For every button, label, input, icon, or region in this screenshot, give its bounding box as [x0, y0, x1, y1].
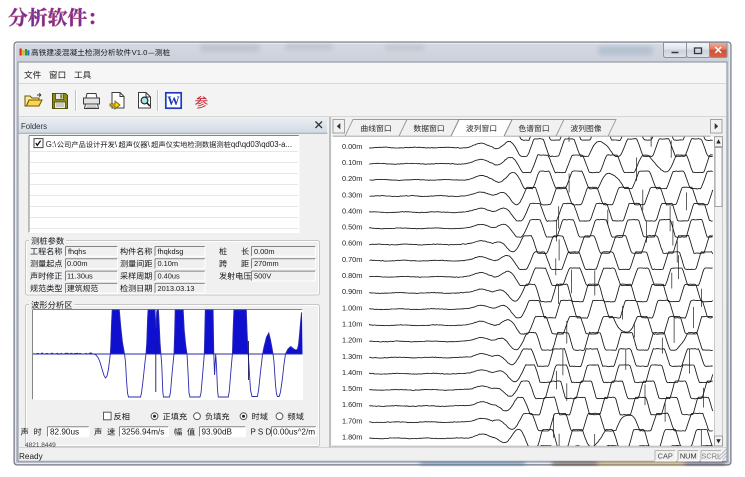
svg-text:0.00us^2/m: 0.00us^2/m — [273, 428, 315, 437]
svg-text:V1.0: V1.0 — [132, 48, 148, 57]
svg-text:11.30us: 11.30us — [67, 272, 93, 281]
svg-text:1.30m: 1.30m — [342, 352, 362, 361]
svg-text:0.50m: 0.50m — [342, 223, 362, 232]
svg-text:0.90m: 0.90m — [342, 287, 362, 296]
svg-text:0.10m: 0.10m — [342, 158, 362, 167]
svg-text:0.80m: 0.80m — [342, 271, 362, 280]
svg-text:0.00m: 0.00m — [342, 142, 362, 151]
svg-text:0.20m: 0.20m — [342, 174, 362, 183]
svg-text:0.40m: 0.40m — [342, 206, 362, 215]
svg-text:82.90us: 82.90us — [50, 428, 79, 437]
svg-text:500V: 500V — [254, 272, 271, 281]
svg-text:1.60m: 1.60m — [342, 400, 362, 409]
svg-text:1.10m: 1.10m — [342, 319, 362, 328]
svg-text:0.60m: 0.60m — [342, 239, 362, 248]
svg-text:G:\: G:\ — [46, 140, 57, 149]
svg-text:CAP: CAP — [658, 452, 673, 461]
svg-text:Folders: Folders — [21, 122, 47, 131]
svg-text:2013.03.13: 2013.03.13 — [158, 284, 195, 293]
svg-text:1.80m: 1.80m — [342, 433, 362, 442]
svg-text:0.00m: 0.00m — [67, 259, 88, 268]
svg-text:1.20m: 1.20m — [342, 336, 362, 345]
svg-text:0.00m: 0.00m — [254, 247, 275, 256]
svg-text:NUM: NUM — [680, 452, 697, 461]
svg-text:0.40us: 0.40us — [158, 272, 180, 281]
svg-text:fhqhs: fhqhs — [68, 247, 86, 256]
svg-text:1.40m: 1.40m — [342, 368, 362, 377]
svg-text:1.50m: 1.50m — [342, 384, 362, 393]
svg-text:0.10m: 0.10m — [158, 259, 179, 268]
svg-text:3256.94m/s: 3256.94m/s — [122, 428, 165, 437]
svg-text:270mm: 270mm — [254, 259, 279, 268]
svg-text:1.70m: 1.70m — [342, 416, 362, 425]
svg-text:0.70m: 0.70m — [342, 255, 362, 264]
svg-text:W: W — [167, 94, 180, 108]
svg-text:qd\qd03\qd03-a...: qd\qd03\qd03-a... — [231, 140, 292, 149]
svg-text:1.00m: 1.00m — [342, 303, 362, 312]
svg-text:Ready: Ready — [19, 452, 44, 461]
svg-text:SCRL: SCRL — [701, 452, 721, 461]
svg-text:fhqkdsg: fhqkdsg — [158, 247, 184, 256]
svg-text:0.30m: 0.30m — [342, 190, 362, 199]
svg-text:93.90dB: 93.90dB — [202, 428, 233, 437]
svg-text:P S D: P S D — [251, 427, 272, 436]
